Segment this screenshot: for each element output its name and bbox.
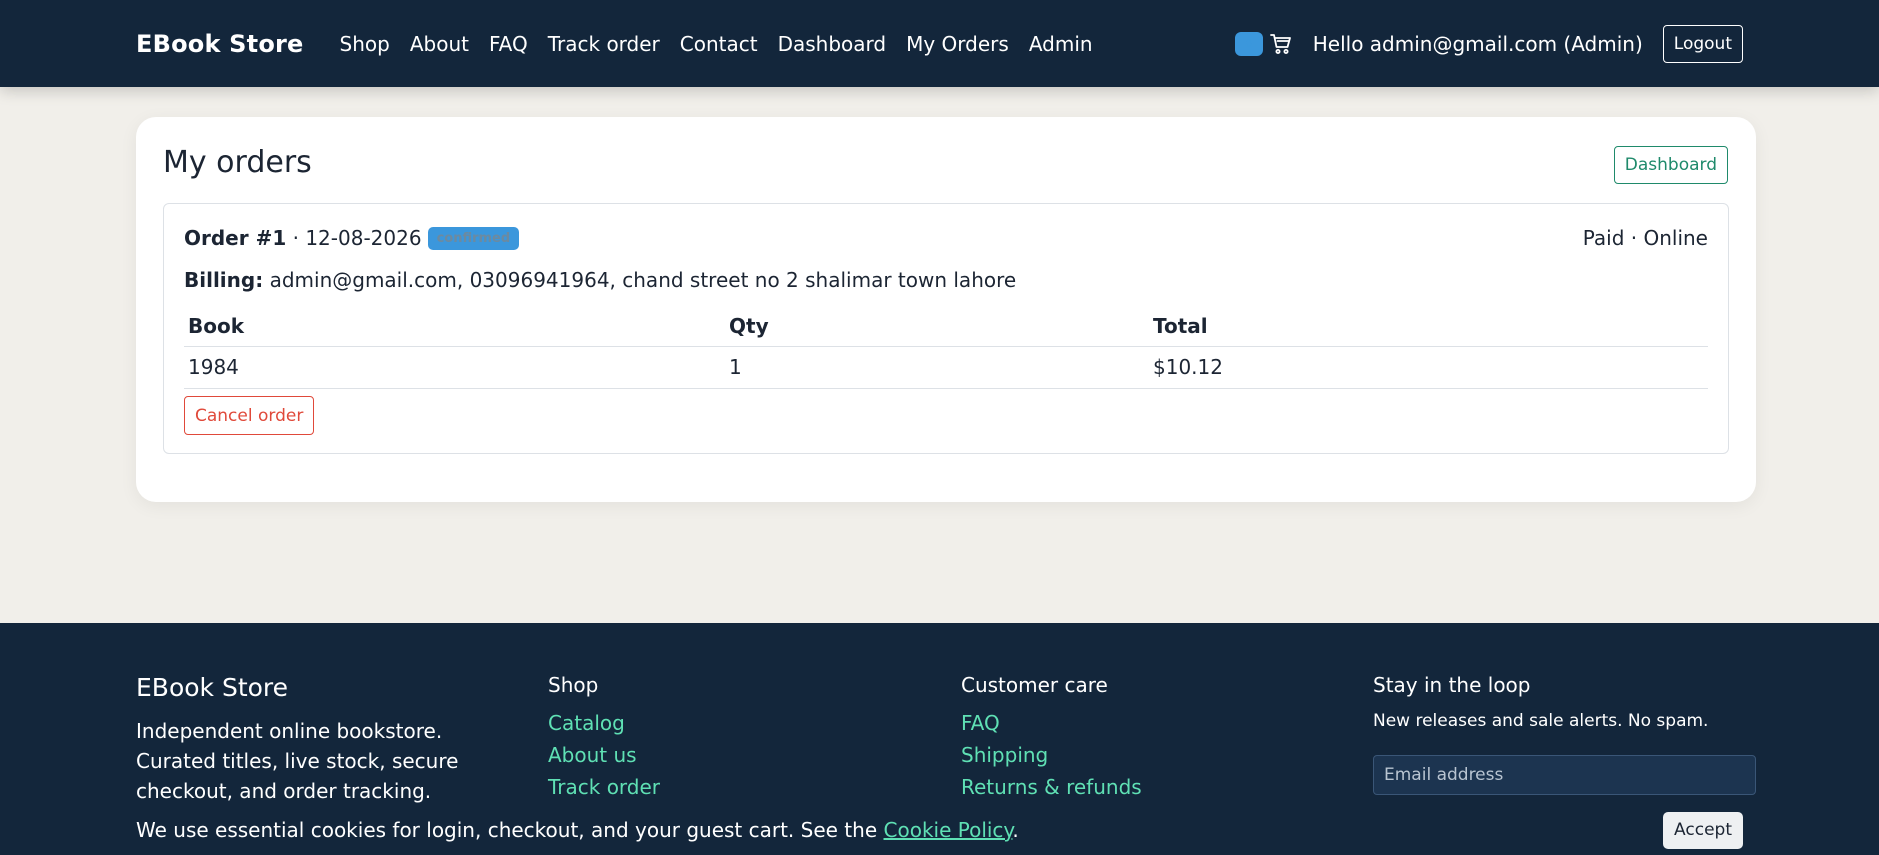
nav-link-dashboard[interactable]: Dashboard: [768, 32, 897, 56]
order-number: Order #1: [184, 226, 287, 250]
status-badge: confirmed: [427, 226, 520, 250]
top-navbar: EBook Store Shop About FAQ Track order C…: [0, 0, 1879, 87]
table-row: 1984 1 $10.12: [184, 346, 1708, 389]
footer-link-returns[interactable]: Returns & refunds: [961, 775, 1142, 799]
nav-link-faq[interactable]: FAQ: [479, 32, 538, 56]
nav-link-contact[interactable]: Contact: [670, 32, 768, 56]
brand-logo[interactable]: EBook Store: [136, 30, 304, 58]
nav-link-shop[interactable]: Shop: [330, 32, 400, 56]
nav-link-track-order[interactable]: Track order: [538, 32, 670, 56]
nav-right: 0 Hello admin@gmail.com (Admin) Logout: [1234, 24, 1743, 63]
cookie-message-suffix: .: [1012, 818, 1019, 842]
billing-value: admin@gmail.com, 03096941964, chand stre…: [263, 268, 1017, 292]
nav-link-admin[interactable]: Admin: [1019, 32, 1103, 56]
billing-label: Billing:: [184, 268, 264, 292]
order-header: Order #1 · 12-08-2026 confirmed: [184, 226, 520, 250]
cart-count-badge[interactable]: 0: [1234, 31, 1263, 56]
column-header-total: Total: [1149, 308, 1708, 347]
order-date: · 12-08-2026: [286, 226, 422, 250]
footer-about-text: Independent online bookstore. Curated ti…: [136, 719, 459, 803]
logout-button[interactable]: Logout: [1662, 24, 1743, 63]
footer-newsletter-column: Stay in the loop New releases and sale a…: [1373, 673, 1756, 795]
footer-link-faq[interactable]: FAQ: [961, 711, 1142, 735]
column-header-qty: Qty: [725, 308, 1149, 347]
newsletter-email-input[interactable]: [1373, 755, 1756, 795]
order-panel: Order #1 · 12-08-2026 confirmed Paid · O…: [163, 203, 1729, 454]
main-nav: Shop About FAQ Track order Contact Dashb…: [330, 32, 1103, 56]
page-title: My orders: [163, 145, 312, 180]
cookie-policy-link[interactable]: Cookie Policy: [884, 818, 1013, 842]
cart-icon[interactable]: [1269, 32, 1293, 56]
footer-shop-column: Shop Catalog About us Track order: [548, 673, 660, 799]
footer-brand-column: EBook Store Independent online bookstore…: [136, 673, 526, 806]
footer-link-about-us[interactable]: About us: [548, 743, 660, 767]
footer-newsletter-heading: Stay in the loop: [1373, 673, 1531, 697]
cookie-consent-bar: We use essential cookies for login, chec…: [0, 805, 1879, 855]
table-header-row: Book Qty Total: [184, 308, 1708, 347]
nav-link-my-orders[interactable]: My Orders: [896, 32, 1019, 56]
billing-info: Billing: admin@gmail.com, 03096941964, c…: [184, 268, 1016, 292]
cookie-message-text: We use essential cookies for login, chec…: [136, 818, 884, 842]
footer-care-column: Customer care FAQ Shipping Returns & ref…: [961, 673, 1142, 799]
footer-brand: EBook Store: [136, 673, 289, 702]
footer-newsletter-subtitle: New releases and sale alerts. No spam.: [1373, 711, 1709, 731]
footer-shop-heading: Shop: [548, 673, 599, 697]
cell-qty: 1: [725, 346, 1149, 389]
footer-care-heading: Customer care: [961, 673, 1108, 697]
order-items-table: Book Qty Total 1984 1 $10.12: [184, 308, 1708, 389]
orders-card: My orders Dashboard Order #1 · 12-08-202…: [136, 117, 1756, 502]
cell-total: $10.12: [1149, 346, 1708, 389]
footer-link-catalog[interactable]: Catalog: [548, 711, 660, 735]
nav-link-about[interactable]: About: [400, 32, 479, 56]
cookie-message: We use essential cookies for login, chec…: [136, 818, 1019, 842]
cancel-order-button[interactable]: Cancel order: [184, 396, 315, 435]
cell-book: 1984: [184, 346, 725, 389]
accept-cookies-button[interactable]: Accept: [1663, 811, 1743, 849]
footer-link-track-order[interactable]: Track order: [548, 775, 660, 799]
footer-link-shipping[interactable]: Shipping: [961, 743, 1142, 767]
payment-status: Paid · Online: [1582, 226, 1708, 250]
column-header-book: Book: [184, 308, 725, 347]
user-greeting: Hello admin@gmail.com (Admin): [1312, 31, 1643, 56]
dashboard-button[interactable]: Dashboard: [1613, 146, 1728, 184]
